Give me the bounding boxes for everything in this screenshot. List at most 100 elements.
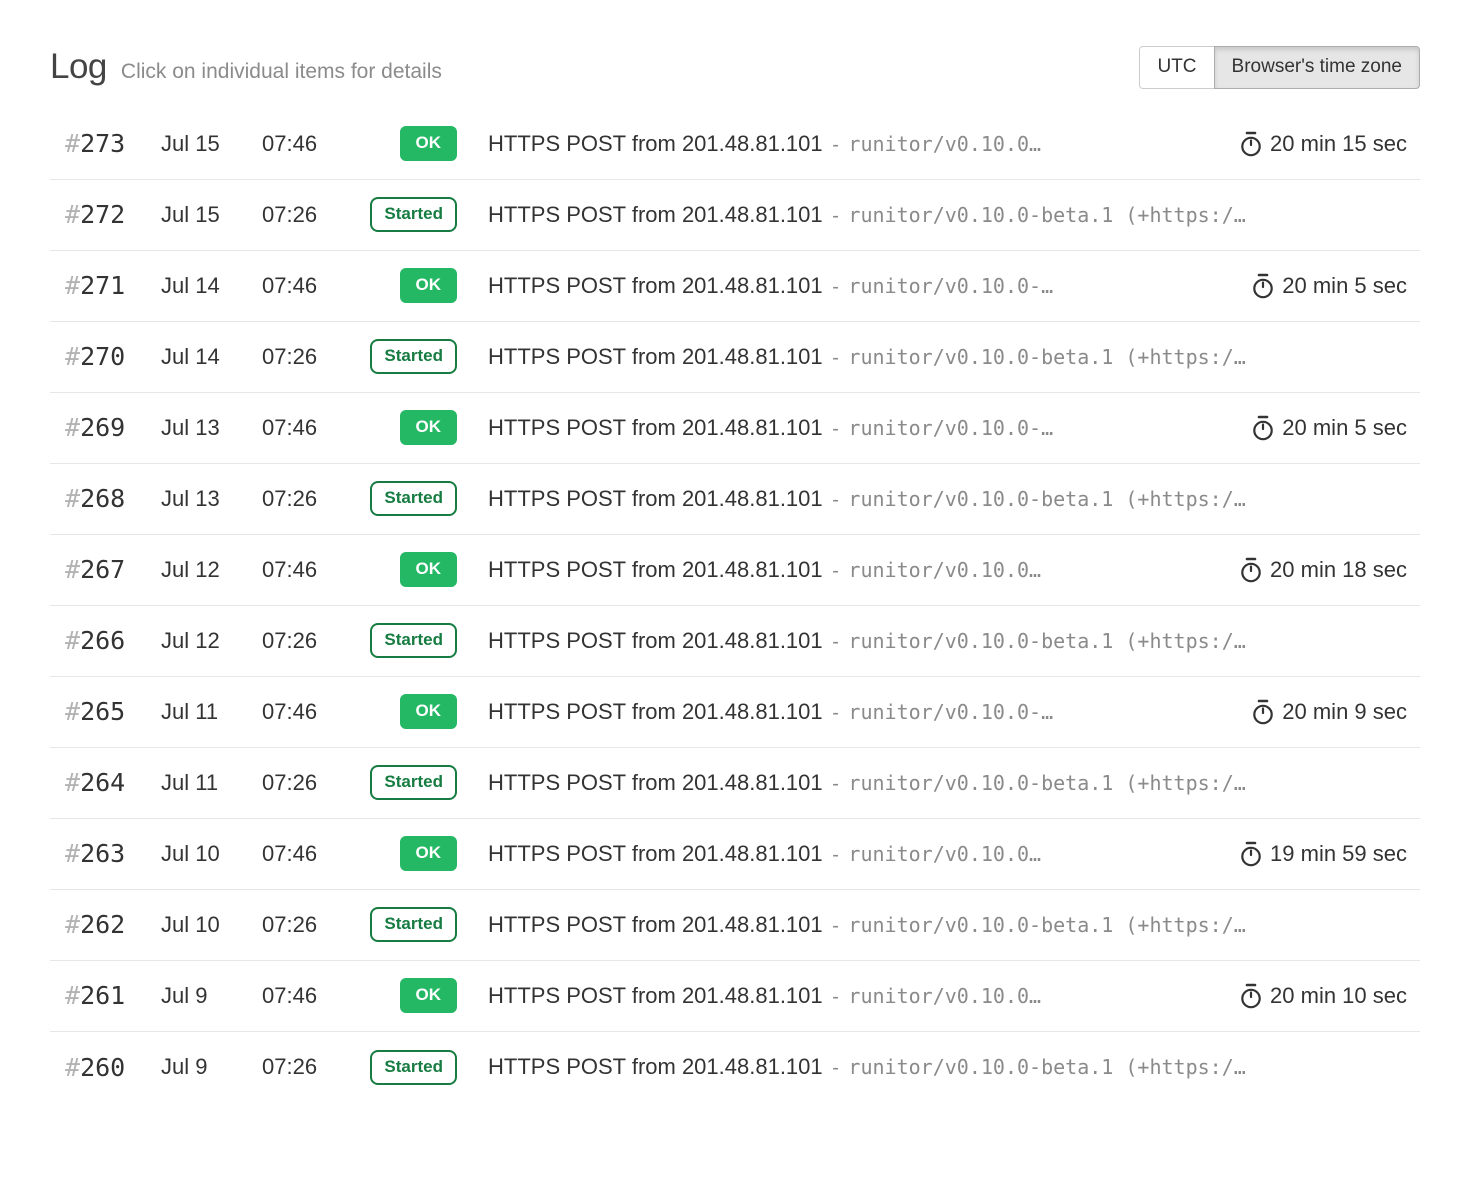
log-row[interactable]: #266 Jul 12 07:26 Started HTTPS POST fro… (50, 606, 1420, 677)
row-number-hash: # (65, 768, 80, 797)
status-badge: Started (370, 197, 457, 232)
user-agent-text: runitor/v0.10.0-beta.1 (+https:/… (848, 345, 1245, 369)
page-subtitle: Click on individual items for details (121, 60, 442, 84)
row-number-value: 273 (80, 129, 125, 158)
event-text: HTTPS POST from 201.48.81.101 (488, 202, 823, 227)
status-badge-cell: Started (362, 339, 457, 374)
user-agent-text: runitor/v0.10.0-beta.1 (+https:/… (848, 1055, 1245, 1079)
user-agent-text: runitor/v0.10.0… (848, 984, 1041, 1008)
row-number-hash: # (65, 413, 80, 442)
event-cell: HTTPS POST from 201.48.81.101 - runitor/… (488, 983, 1221, 1009)
row-time: 07:46 (262, 699, 362, 725)
stopwatch-icon (1251, 273, 1275, 299)
row-number-hash: # (65, 981, 80, 1010)
log-row[interactable]: #269 Jul 13 07:46 OK HTTPS POST from 201… (50, 393, 1420, 464)
log-row[interactable]: #272 Jul 15 07:26 Started HTTPS POST fro… (50, 180, 1420, 251)
status-badge: OK (400, 836, 458, 871)
utc-button[interactable]: UTC (1139, 46, 1214, 89)
row-time: 07:46 (262, 131, 362, 157)
row-time: 07:26 (262, 1054, 362, 1080)
row-number-value: 266 (80, 626, 125, 655)
log-row[interactable]: #263 Jul 10 07:46 OK HTTPS POST from 201… (50, 819, 1420, 890)
event-separator: - (823, 560, 849, 582)
row-date: Jul 12 (161, 557, 262, 583)
status-badge: OK (400, 694, 458, 729)
event-text: HTTPS POST from 201.48.81.101 (488, 557, 823, 582)
row-time: 07:46 (262, 841, 362, 867)
log-row[interactable]: #265 Jul 11 07:46 OK HTTPS POST from 201… (50, 677, 1420, 748)
row-date: Jul 14 (161, 344, 262, 370)
row-date: Jul 14 (161, 273, 262, 299)
event-text: HTTPS POST from 201.48.81.101 (488, 131, 823, 156)
status-badge: OK (400, 410, 458, 445)
event-separator: - (823, 1057, 849, 1079)
log-row[interactable]: #270 Jul 14 07:26 Started HTTPS POST fro… (50, 322, 1420, 393)
duration-cell: 20 min 9 sec (1251, 699, 1407, 725)
user-agent-text: runitor/v0.10.0-beta.1 (+https:/… (848, 771, 1245, 795)
event-cell: HTTPS POST from 201.48.81.101 - runitor/… (488, 1054, 1407, 1080)
event-cell: HTTPS POST from 201.48.81.101 - runitor/… (488, 344, 1407, 370)
event-text: HTTPS POST from 201.48.81.101 (488, 415, 823, 440)
row-time: 07:26 (262, 344, 362, 370)
event-cell: HTTPS POST from 201.48.81.101 - runitor/… (488, 770, 1407, 796)
row-date: Jul 11 (161, 770, 262, 796)
row-date: Jul 11 (161, 699, 262, 725)
row-number-hash: # (65, 484, 80, 513)
event-text: HTTPS POST from 201.48.81.101 (488, 1054, 823, 1079)
status-badge-cell: Started (362, 197, 457, 232)
stopwatch-icon (1239, 131, 1263, 157)
timezone-toggle-group: UTC Browser's time zone (1139, 46, 1420, 89)
row-time: 07:46 (262, 273, 362, 299)
user-agent-text: runitor/v0.10.0… (848, 132, 1041, 156)
event-text: HTTPS POST from 201.48.81.101 (488, 841, 823, 866)
status-badge: OK (400, 552, 458, 587)
duration-cell: 19 min 59 sec (1239, 841, 1407, 867)
row-number: #273 (65, 129, 161, 158)
status-badge-cell: Started (362, 907, 457, 942)
duration-cell: 20 min 18 sec (1239, 557, 1407, 583)
status-badge-cell: OK (362, 978, 457, 1013)
event-separator: - (823, 915, 849, 937)
row-date: Jul 13 (161, 486, 262, 512)
row-number-value: 263 (80, 839, 125, 868)
log-row[interactable]: #273 Jul 15 07:46 OK HTTPS POST from 201… (50, 109, 1420, 180)
event-text: HTTPS POST from 201.48.81.101 (488, 983, 823, 1008)
stopwatch-icon (1251, 699, 1275, 725)
browser-timezone-button[interactable]: Browser's time zone (1214, 46, 1420, 89)
status-badge: Started (370, 765, 457, 800)
row-number: #271 (65, 271, 161, 300)
stopwatch-icon (1239, 557, 1263, 583)
log-row[interactable]: #268 Jul 13 07:26 Started HTTPS POST fro… (50, 464, 1420, 535)
event-cell: HTTPS POST from 201.48.81.101 - runitor/… (488, 273, 1233, 299)
event-separator: - (823, 418, 849, 440)
row-date: Jul 10 (161, 841, 262, 867)
event-cell: HTTPS POST from 201.48.81.101 - runitor/… (488, 912, 1407, 938)
row-number-value: 265 (80, 697, 125, 726)
row-number-value: 267 (80, 555, 125, 584)
log-row[interactable]: #262 Jul 10 07:26 Started HTTPS POST fro… (50, 890, 1420, 961)
row-number: #268 (65, 484, 161, 513)
log-row[interactable]: #267 Jul 12 07:46 OK HTTPS POST from 201… (50, 535, 1420, 606)
user-agent-text: runitor/v0.10.0-… (848, 416, 1053, 440)
status-badge: OK (400, 268, 458, 303)
row-number: #263 (65, 839, 161, 868)
row-number-value: 269 (80, 413, 125, 442)
row-number-hash: # (65, 342, 80, 371)
event-separator: - (823, 134, 849, 156)
status-badge: OK (400, 126, 458, 161)
log-row[interactable]: #264 Jul 11 07:26 Started HTTPS POST fro… (50, 748, 1420, 819)
row-number-value: 271 (80, 271, 125, 300)
row-number: #267 (65, 555, 161, 584)
log-row[interactable]: #260 Jul 9 07:26 Started HTTPS POST from… (50, 1032, 1420, 1103)
row-number-hash: # (65, 626, 80, 655)
page-header: Log Click on individual items for detail… (50, 46, 1420, 89)
event-cell: HTTPS POST from 201.48.81.101 - runitor/… (488, 486, 1407, 512)
event-text: HTTPS POST from 201.48.81.101 (488, 912, 823, 937)
row-number-hash: # (65, 555, 80, 584)
log-row[interactable]: #261 Jul 9 07:46 OK HTTPS POST from 201.… (50, 961, 1420, 1032)
stopwatch-icon (1251, 415, 1275, 441)
row-number: #261 (65, 981, 161, 1010)
log-row[interactable]: #271 Jul 14 07:46 OK HTTPS POST from 201… (50, 251, 1420, 322)
event-text: HTTPS POST from 201.48.81.101 (488, 699, 823, 724)
event-separator: - (823, 773, 849, 795)
